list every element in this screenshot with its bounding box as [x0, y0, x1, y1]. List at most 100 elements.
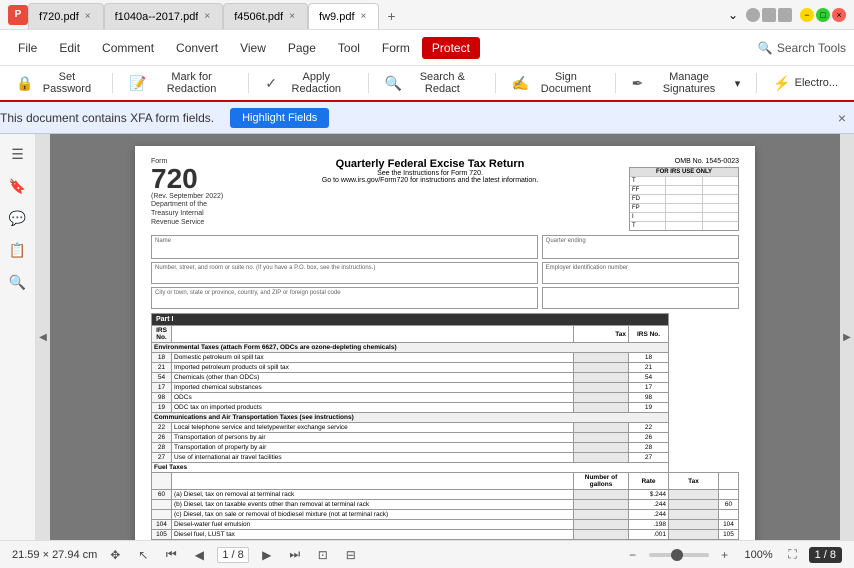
city-state-field[interactable]: City or town, state or province, country… — [151, 287, 538, 309]
minimize-button[interactable]: − — [800, 8, 814, 22]
toolbar-btn-label: Mark for Redaction — [151, 71, 233, 95]
comment-icon[interactable]: 💬 — [6, 206, 30, 230]
menu-item-view[interactable]: View — [230, 37, 276, 59]
address-field[interactable]: Number, street, and room or suite no. (I… — [151, 262, 538, 284]
menu-item-comment[interactable]: Comment — [92, 37, 164, 59]
tab-overflow-icon[interactable]: ⌄ — [724, 6, 742, 24]
tab-fw9-pdf[interactable]: fw9.pdf × — [308, 3, 379, 29]
row-desc: Domestic petroleum oil spill tax — [172, 353, 574, 363]
menu-item-protect[interactable]: Protect — [422, 37, 480, 59]
left-collapse-arrow[interactable]: ◀ — [36, 134, 50, 540]
row-irs: 105 — [719, 530, 739, 540]
irs-use-row: FD — [630, 194, 738, 203]
pdf-page: Form 720 (Rev. September 2022) Departmen… — [135, 146, 755, 540]
tab-close-icon[interactable]: × — [202, 10, 212, 23]
toolbar-separator-1 — [112, 73, 113, 93]
nav-first-button[interactable]: ⏮ — [161, 545, 181, 565]
tab-label: fw9.pdf — [319, 11, 354, 23]
tab-f1040a--2017-pdf[interactable]: f1040a--2017.pdf× — [104, 3, 224, 29]
tab-f720-pdf[interactable]: f720.pdf× — [28, 3, 104, 29]
row-tax — [574, 393, 629, 403]
zoom-in-button[interactable]: + — [715, 545, 735, 565]
zoom-out-button[interactable]: − — [623, 545, 643, 565]
row-irs-no: 17 — [152, 383, 172, 393]
fuel-rate-header: Rate — [629, 473, 669, 490]
row-desc: Local telephone service and teletypewrit… — [172, 423, 574, 433]
menu-item-tool[interactable]: Tool — [328, 37, 370, 59]
menu-item-edit[interactable]: Edit — [49, 37, 90, 59]
row-tax — [669, 540, 719, 541]
row-irs-no: 19 — [152, 403, 172, 413]
irs-use-cell-2 — [703, 195, 738, 203]
search-icon[interactable]: 🔍 — [6, 270, 30, 294]
menu-item-file[interactable]: File — [8, 37, 47, 59]
row-irs: 54 — [629, 373, 669, 383]
toolbar-btn-mark-for-redaction[interactable]: 📝Mark for Redaction — [121, 67, 240, 99]
row-rate: $.244 — [629, 490, 669, 500]
row-irs-no: 26 — [152, 433, 172, 443]
tab-f4506t-pdf[interactable]: f4506t.pdf× — [223, 3, 308, 29]
menu-dots-icon[interactable] — [778, 8, 792, 22]
toolbar-icon: ✓ — [265, 75, 277, 92]
bookmark-icon[interactable]: 🔖 — [6, 174, 30, 198]
row-desc: Transportation of property by air — [172, 443, 574, 453]
menu-icon[interactable]: ☰ — [6, 142, 30, 166]
document-view: Form 720 (Rev. September 2022) Departmen… — [50, 134, 840, 540]
fit-page-button[interactable]: ⊡ — [313, 545, 333, 565]
nav-next-button[interactable]: ▶ — [257, 545, 277, 565]
form-fields-row-2: Number, street, and room or suite no. (I… — [151, 262, 739, 284]
menu-item-convert[interactable]: Convert — [166, 37, 228, 59]
row-rate — [629, 540, 669, 541]
tab-close-icon[interactable]: × — [359, 10, 369, 23]
cursor-tool-button[interactable]: ✥ — [105, 545, 125, 565]
close-button[interactable]: × — [832, 8, 846, 22]
form-title: Quarterly Federal Excise Tax Return — [241, 158, 619, 170]
form-see-instructions: See the Instructions for Form 720. — [241, 170, 619, 177]
new-tab-button[interactable]: + — [379, 3, 403, 29]
toolbar-btn-set-password[interactable]: 🔒Set Password — [8, 67, 104, 99]
fit-window-button[interactable]: ⛶ — [783, 545, 803, 565]
more-nav-button[interactable]: ⊟ — [341, 545, 361, 565]
nav-last-button[interactable]: ⏭ — [285, 545, 305, 565]
extra-field[interactable] — [542, 287, 739, 309]
row-irs-no: 98 — [152, 393, 172, 403]
toolbar-btn-sign-document[interactable]: ✍Sign Document — [504, 67, 607, 99]
arrow-tool-button[interactable]: ↖ — [133, 545, 153, 565]
menu-item-page[interactable]: Page — [278, 37, 326, 59]
fuel-irs-header — [719, 473, 739, 490]
account-icon[interactable] — [762, 8, 776, 22]
employer-id-field[interactable]: Employer identification number — [542, 262, 739, 284]
row-tax — [669, 530, 719, 540]
toolbar-separator-4 — [495, 73, 496, 93]
toolbar-btn-search-&-redact[interactable]: 🔍Search & Redact — [377, 67, 487, 99]
toolbar-btn-label: Sign Document — [533, 71, 599, 95]
search-tools[interactable]: 🔍 Search Tools — [758, 41, 846, 55]
xfa-close-button[interactable]: × — [838, 110, 846, 126]
desc-header — [172, 326, 574, 343]
row-gallons — [574, 520, 629, 530]
menu-item-form[interactable]: Form — [372, 37, 420, 59]
left-panel: ☰ 🔖 💬 📋 🔍 — [0, 134, 36, 540]
name-field[interactable]: Name — [151, 235, 538, 259]
tab-close-icon[interactable]: × — [83, 10, 93, 23]
zoom-slider[interactable] — [649, 553, 709, 557]
maximize-button[interactable]: □ — [816, 8, 830, 22]
tab-close-icon[interactable]: × — [287, 10, 297, 23]
nav-prev-button[interactable]: ◀ — [189, 545, 209, 565]
toolbar-btn-manage-signatures[interactable]: ✒Manage Signatures▾ — [624, 67, 749, 99]
row-irs: 22 — [629, 423, 669, 433]
irs-use-cell-1 — [666, 195, 702, 203]
quarter-ending-field[interactable]: Quarter ending — [542, 235, 739, 259]
toolbar-btn-apply-redaction[interactable]: ✓Apply Redaction — [257, 67, 359, 99]
irs-use-cell-2 — [703, 186, 738, 194]
pages-icon[interactable]: 📋 — [6, 238, 30, 262]
highlight-fields-button[interactable]: Highlight Fields — [230, 108, 329, 128]
row-desc: Diesel-water fuel emulsion — [172, 520, 574, 530]
page-number-input[interactable]: 1 / 8 — [217, 547, 248, 563]
toolbar-btn-electro...[interactable]: ⚡Electro... — [765, 71, 846, 96]
fuel-irs-no-header — [152, 473, 172, 490]
avatar-icon[interactable] — [746, 8, 760, 22]
table-row: 105Diesel fuel, LUST tax.001105 — [152, 530, 739, 540]
section-header-0: Environmental Taxes (attach Form 6627, O… — [152, 343, 669, 353]
right-collapse-arrow[interactable]: ▶ — [840, 134, 854, 540]
